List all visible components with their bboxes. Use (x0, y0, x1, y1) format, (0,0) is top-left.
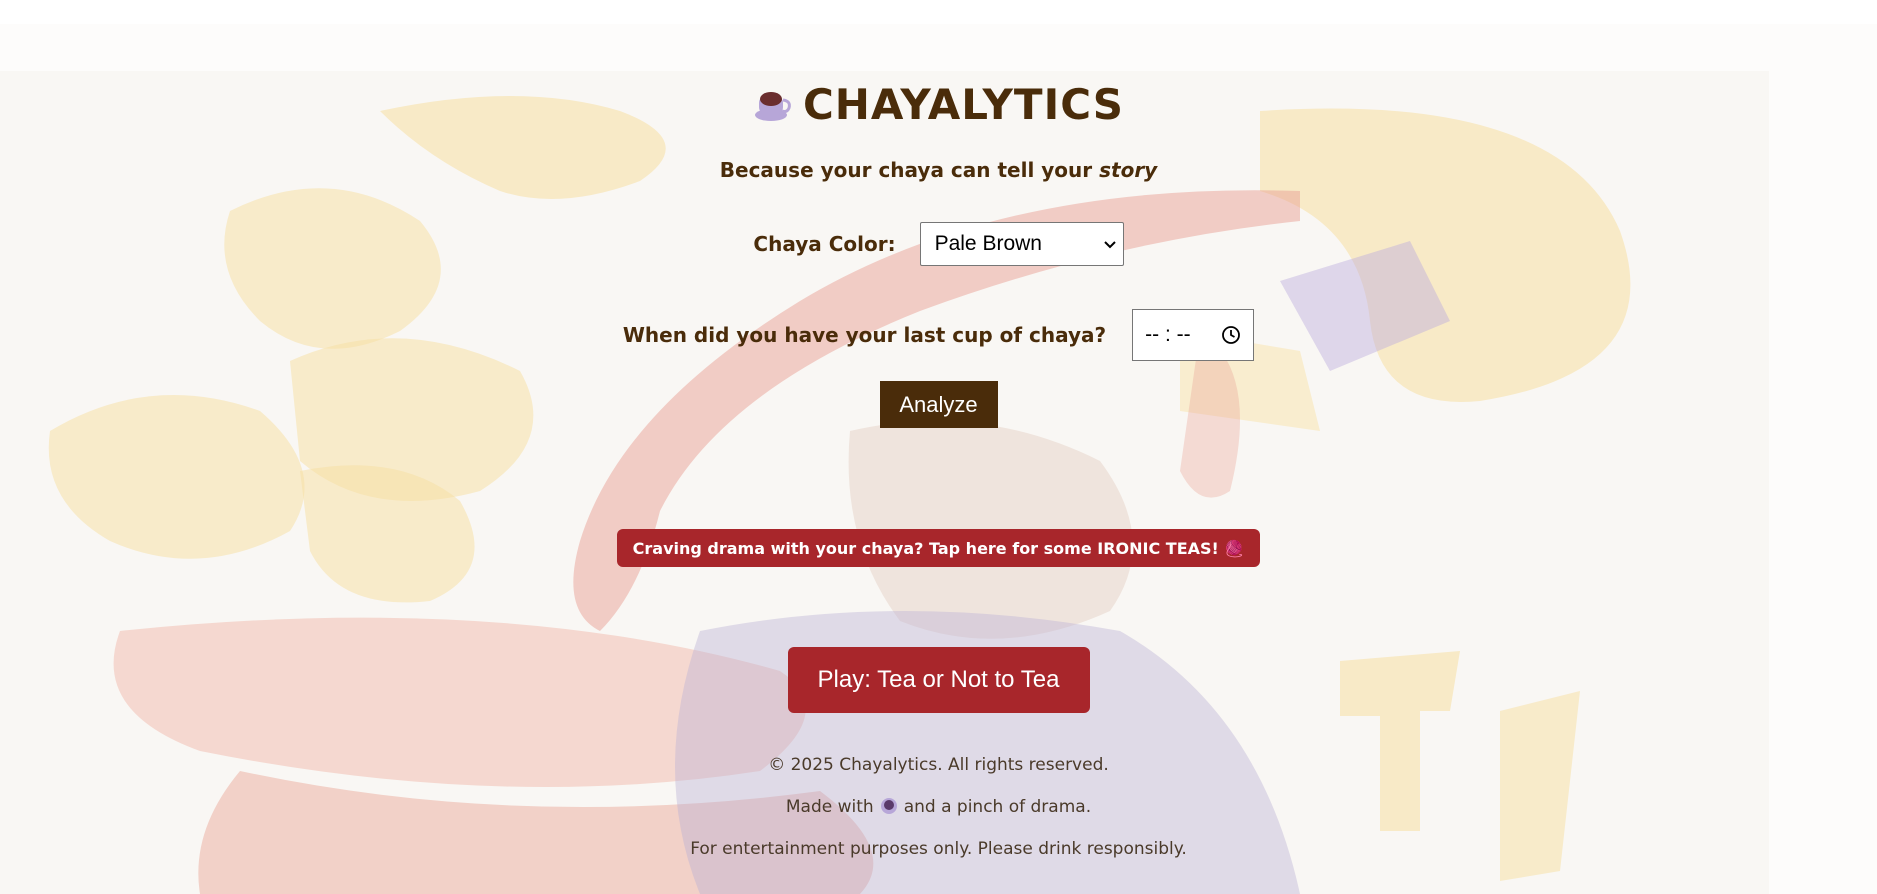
last-cup-time-label: When did you have your last cup of chaya… (622, 323, 1107, 347)
chaya-color-label: Chaya Color: (753, 232, 896, 256)
made-with-prefix: Made with (785, 797, 874, 817)
page-header: CHAYALYTICS (0, 80, 1877, 129)
play-game-button[interactable]: Play: Tea or Not to Tea (787, 647, 1090, 713)
chaya-color-row: Chaya Color: Pale Brown (0, 222, 1877, 266)
chaya-color-select[interactable]: Pale Brown (919, 222, 1124, 266)
tagline-text: Because your chaya can tell your (719, 158, 1100, 182)
analyze-button[interactable]: Analyze (879, 381, 998, 428)
tagline-emphasis: story (1099, 158, 1158, 182)
last-cup-time-input[interactable]: -- : -- (1132, 309, 1255, 361)
last-cup-time-row: When did you have your last cup of chaya… (0, 309, 1877, 361)
time-input-value: -- : -- (1145, 323, 1191, 346)
tagline: Because your chaya can tell your story (0, 158, 1877, 182)
ironic-teas-label: Craving drama with your chaya? Tap here … (632, 538, 1245, 558)
footer-disclaimer: For entertainment purposes only. Please … (690, 839, 1187, 859)
ironic-teas-button[interactable]: Craving drama with your chaya? Tap here … (616, 529, 1261, 567)
tea-cup-icon (754, 91, 791, 121)
page-title: CHAYALYTICS (802, 80, 1125, 129)
clock-icon[interactable] (1221, 325, 1241, 345)
footer-made-with: Made with and a pinch of drama. (0, 797, 1877, 817)
chaya-color-selected-value: Pale Brown (934, 232, 1042, 255)
tea-cup-icon (880, 798, 897, 814)
footer-copyright: © 2025 Chayalytics. All rights reserved. (768, 755, 1109, 775)
chevron-down-icon (1103, 241, 1116, 249)
made-with-suffix: and a pinch of drama. (903, 797, 1092, 817)
